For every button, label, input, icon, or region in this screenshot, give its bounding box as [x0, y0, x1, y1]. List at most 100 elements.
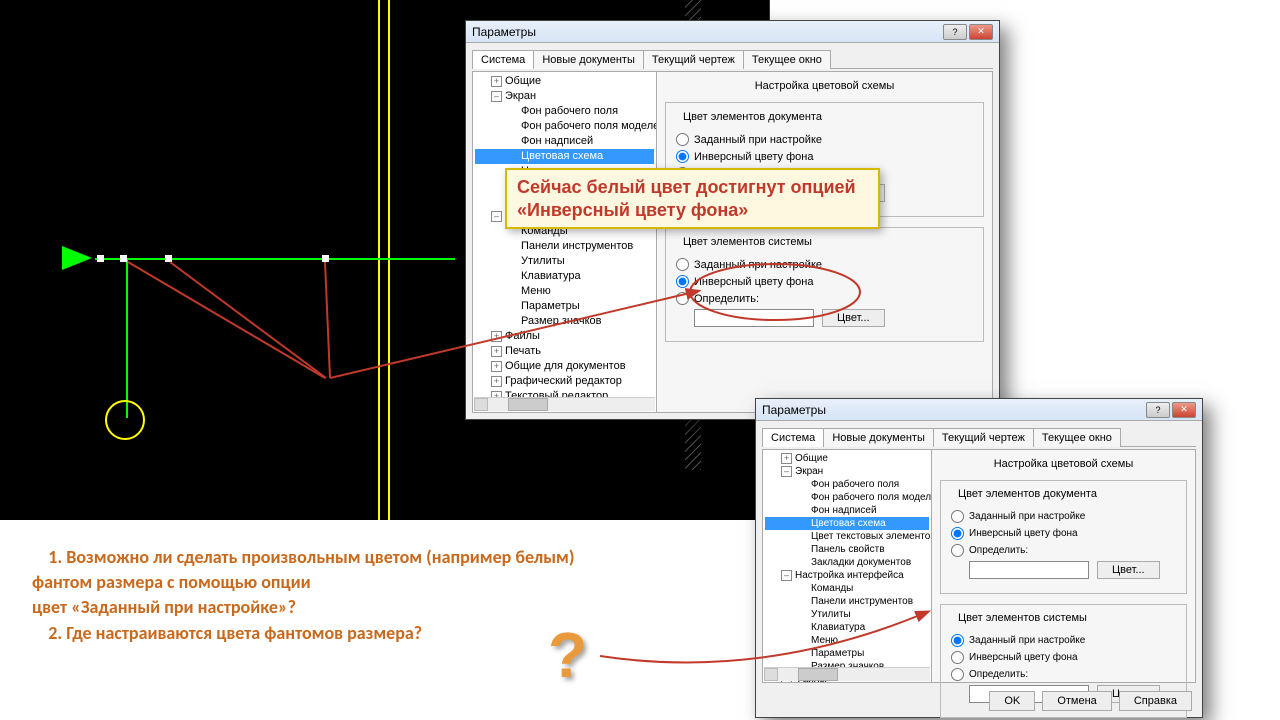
radio-inverse[interactable]: Инверсный цвету фона: [676, 150, 973, 163]
color-button[interactable]: Цвет...: [1097, 561, 1160, 579]
radio-define[interactable]: Определить:: [951, 544, 1176, 557]
yellow-line: [388, 0, 390, 520]
settings-panel: Настройка цветовой схемы Цвет элементов …: [657, 71, 993, 413]
handle-marker[interactable]: [120, 255, 127, 262]
callout-line: «Инверсный цвету фона»: [517, 199, 868, 222]
settings-dialog-bottom: Параметры ? ✕ Система Новые документы Те…: [755, 398, 1203, 718]
tree-node[interactable]: +Графический редактор: [475, 374, 654, 389]
settings-tree[interactable]: +Общие–ЭкранФон рабочего поляФон рабочег…: [472, 71, 657, 413]
tree-node[interactable]: Цветовая схема: [475, 149, 654, 164]
tab-new-docs[interactable]: Новые документы: [823, 428, 934, 447]
radio-inverse[interactable]: Инверсный цвету фона: [676, 275, 973, 288]
tree-node[interactable]: Параметры: [765, 647, 929, 660]
tab-system[interactable]: Система: [762, 428, 824, 447]
titlebar[interactable]: Параметры ? ✕: [466, 21, 999, 43]
tree-node[interactable]: Клавиатура: [475, 269, 654, 284]
tree-node[interactable]: +Общие: [765, 452, 929, 465]
tree-node[interactable]: +Файлы: [475, 329, 654, 344]
tree-node[interactable]: Фон рабочего поля моделей: [475, 119, 654, 134]
tree-node[interactable]: Параметры: [475, 299, 654, 314]
radio-set[interactable]: Заданный при настройке: [951, 510, 1176, 523]
handle-marker[interactable]: [322, 255, 329, 262]
tab-current-drawing[interactable]: Текущий чертеж: [643, 50, 744, 69]
radio-label: Определить:: [969, 669, 1028, 680]
radio-label: Определить:: [694, 293, 759, 305]
tab-current-drawing[interactable]: Текущий чертеж: [933, 428, 1034, 447]
tab-current-window[interactable]: Текущее окно: [1033, 428, 1121, 447]
tree-node[interactable]: –Экран: [475, 89, 654, 104]
cancel-button[interactable]: Отмена: [1042, 691, 1111, 711]
help-button-icon[interactable]: ?: [943, 24, 967, 40]
group-legend: Цвет элементов документа: [680, 111, 825, 123]
tree-node[interactable]: +Печать: [475, 344, 654, 359]
dialog-title: Параметры: [472, 25, 536, 39]
settings-tree[interactable]: +Общие–ЭкранФон рабочего поляФон рабочег…: [762, 449, 932, 683]
annotation-callout: Сейчас белый цвет достигнут опцией «Инве…: [505, 168, 880, 229]
question-text: 1. Возможно ли сделать произвольным цвет…: [32, 545, 672, 570]
close-button-icon[interactable]: ✕: [1172, 402, 1196, 418]
radio-inverse[interactable]: Инверсный цвету фона: [951, 651, 1176, 664]
tree-node[interactable]: Утилиты: [765, 608, 929, 621]
radio-label: Заданный при настройке: [694, 259, 822, 271]
handle-marker[interactable]: [97, 255, 104, 262]
question-text: фантом размера с помощью опции: [32, 570, 672, 595]
radio-label: Заданный при настройке: [969, 511, 1085, 522]
close-button-icon[interactable]: ✕: [969, 24, 993, 40]
radio-set[interactable]: Заданный при настройке: [676, 133, 973, 146]
dimension-line: [126, 258, 128, 418]
tree-node[interactable]: Клавиатура: [765, 621, 929, 634]
tree-node[interactable]: Закладки документов: [765, 556, 929, 569]
color-button[interactable]: Цвет...: [822, 309, 885, 327]
help-button[interactable]: Справка: [1119, 691, 1192, 711]
circle-primitive: [105, 400, 145, 440]
tree-node[interactable]: Фон надписей: [475, 134, 654, 149]
tree-node[interactable]: Меню: [475, 284, 654, 299]
tree-node[interactable]: +Общие для документов: [475, 359, 654, 374]
radio-label: Инверсный цвету фона: [969, 652, 1078, 663]
tab-new-docs[interactable]: Новые документы: [533, 50, 644, 69]
radio-define[interactable]: Определить:: [951, 668, 1176, 681]
group-document-color: Цвет элементов документа Заданный при на…: [940, 480, 1187, 594]
tree-node[interactable]: Панель свойств: [765, 543, 929, 556]
callout-line: Сейчас белый цвет достигнут опцией: [517, 176, 868, 199]
panel-title: Настройка цветовой схемы: [665, 80, 984, 92]
radio-define[interactable]: Определить:: [676, 292, 973, 305]
tab-system[interactable]: Система: [472, 50, 534, 69]
ok-button[interactable]: OK: [989, 691, 1035, 711]
tree-node[interactable]: Фон рабочего поля моделей: [765, 491, 929, 504]
radio-label: Заданный при настройке: [694, 134, 822, 146]
radio-set[interactable]: Заданный при настройке: [951, 634, 1176, 647]
scrollbar[interactable]: [764, 667, 930, 681]
color-field[interactable]: [694, 309, 814, 327]
group-legend: Цвет элементов системы: [955, 612, 1090, 624]
titlebar[interactable]: Параметры ? ✕: [756, 399, 1202, 421]
group-legend: Цвет элементов системы: [680, 236, 815, 248]
tree-node[interactable]: Панели инструментов: [765, 595, 929, 608]
tree-node[interactable]: Фон рабочего поля: [765, 478, 929, 491]
tab-bar: Система Новые документы Текущий чертеж Т…: [762, 427, 1196, 447]
tab-current-window[interactable]: Текущее окно: [743, 50, 831, 69]
tree-node[interactable]: Цветовая схема: [765, 517, 929, 530]
tree-node[interactable]: –Экран: [765, 465, 929, 478]
radio-label: Заданный при настройке: [969, 635, 1085, 646]
tree-node[interactable]: Фон рабочего поля: [475, 104, 654, 119]
dimension-line: [95, 258, 455, 260]
radio-set[interactable]: Заданный при настройке: [676, 258, 973, 271]
scrollbar[interactable]: [474, 397, 655, 411]
tree-node[interactable]: Утилиты: [475, 254, 654, 269]
tree-node[interactable]: Меню: [765, 634, 929, 647]
dim-arrow-icon: [62, 246, 92, 270]
color-field[interactable]: [969, 561, 1089, 579]
tree-node[interactable]: Цвет текстовых элементов: [765, 530, 929, 543]
tree-node[interactable]: Фон надписей: [765, 504, 929, 517]
radio-inverse[interactable]: Инверсный цвету фона: [951, 527, 1176, 540]
tree-node[interactable]: Размер значков: [475, 314, 654, 329]
radio-label: Инверсный цвету фона: [694, 151, 813, 163]
radio-label: Инверсный цвету фона: [969, 528, 1078, 539]
tree-node[interactable]: +Общие: [475, 74, 654, 89]
help-button-icon[interactable]: ?: [1146, 402, 1170, 418]
tree-node[interactable]: Команды: [765, 582, 929, 595]
tree-node[interactable]: Панели инструментов: [475, 239, 654, 254]
handle-marker[interactable]: [165, 255, 172, 262]
tree-node[interactable]: –Настройка интерфейса: [765, 569, 929, 582]
